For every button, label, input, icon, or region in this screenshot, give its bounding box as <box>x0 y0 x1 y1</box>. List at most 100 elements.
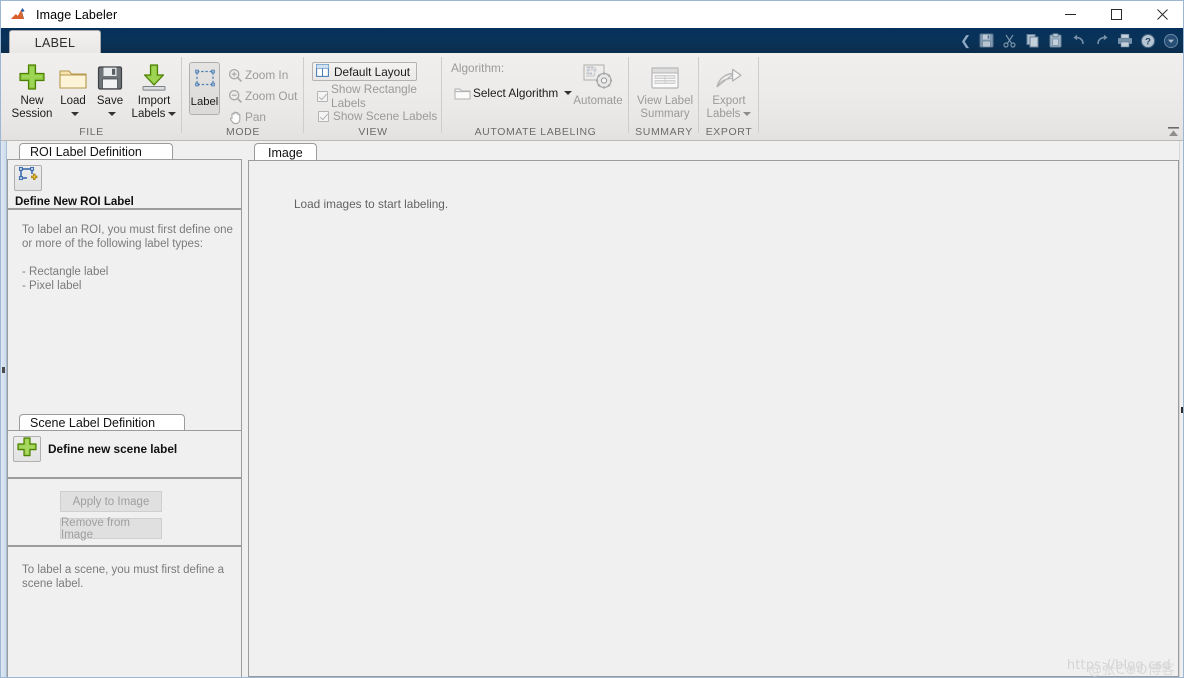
cut-icon[interactable] <box>999 31 1020 50</box>
group-title-automate: AUTOMATE LABELING <box>474 126 597 138</box>
image-tab[interactable]: Image <box>254 143 317 161</box>
group-title-file: FILE <box>79 126 104 138</box>
roi-select-icon <box>194 69 216 94</box>
zoom-in-icon <box>226 68 245 83</box>
center-panel: Image Load images to start labeling. <box>248 141 1179 677</box>
define-new-roi-icon <box>18 166 38 190</box>
scene-label-definition-tab[interactable]: Scene Label Definition <box>19 414 185 431</box>
ribbon-group-summary: View Label Summary SUMMARY <box>629 53 699 140</box>
import-labels-icon <box>139 58 169 92</box>
import-labels-caret-icon[interactable] <box>168 111 177 116</box>
scene-help-box: To label a scene, you must first define … <box>7 546 242 677</box>
right-splitter[interactable] <box>1179 141 1183 677</box>
close-button[interactable] <box>1139 1 1183 28</box>
folder-small-icon <box>451 86 473 101</box>
window-controls <box>1047 1 1183 28</box>
group-title-view: VIEW <box>358 126 388 138</box>
define-new-scene-label-text: Define new scene label <box>48 442 178 456</box>
zoom-in-item[interactable]: Zoom In <box>226 65 288 85</box>
select-algorithm-dropdown[interactable]: Select Algorithm <box>451 83 573 103</box>
qat-chevron-icon[interactable]: ❮ <box>960 33 971 49</box>
watermark: https://blog.csd @张C⊕O博客 <box>1067 658 1175 677</box>
load-label: Load <box>60 95 86 121</box>
save-disk-icon <box>96 58 124 92</box>
roi-help-text: To label an ROI, you must first define o… <box>22 224 233 292</box>
checkbox-icon <box>314 110 333 122</box>
group-title-mode: MODE <box>226 126 260 138</box>
define-new-roi-label-button[interactable] <box>14 165 42 191</box>
image-canvas[interactable]: Load images to start labeling. <box>248 160 1179 677</box>
algorithm-caption: Algorithm: <box>451 61 505 75</box>
show-rectangle-labels-checkbox[interactable]: Show Rectangle Labels <box>314 82 442 110</box>
load-folder-icon <box>58 58 88 92</box>
label-mode-button[interactable]: Label <box>189 62 220 115</box>
scene-actions-box: Apply to Image Remove from Image <box>7 478 242 546</box>
ribbon-group-mode: Label Zoom In Zoom Out Pan MODE <box>182 53 304 140</box>
pan-label: Pan <box>245 110 266 124</box>
define-new-scene-label-button[interactable] <box>13 436 41 462</box>
left-panel: ROI Label Definition Define New ROI Labe… <box>1 141 242 677</box>
export-labels-button[interactable]: Export Labels <box>701 58 757 121</box>
import-labels-button[interactable]: Import Labels <box>125 58 183 121</box>
label-summary-icon <box>650 58 680 92</box>
save-icon[interactable] <box>976 31 997 50</box>
group-separator <box>758 57 759 133</box>
paste-icon[interactable] <box>1045 31 1066 50</box>
load-caret-icon[interactable] <box>70 111 79 116</box>
scene-help-text: To label a scene, you must first define … <box>22 564 224 590</box>
show-scene-labels-checkbox[interactable]: Show Scene Labels <box>314 106 437 126</box>
zoom-out-icon <box>226 89 245 104</box>
new-session-icon <box>17 58 47 92</box>
checkbox-icon <box>314 90 331 102</box>
import-labels-label: Import Labels <box>132 95 177 121</box>
roi-label-definition-tab[interactable]: ROI Label Definition <box>19 143 173 160</box>
image-labeler-window: Image Labeler LABEL ❮ ? New Session Load… <box>0 0 1184 678</box>
zoom-in-label: Zoom In <box>245 68 289 82</box>
svg-text:?: ? <box>1145 36 1151 47</box>
define-new-roi-label-text: Define New ROI Label <box>15 196 134 208</box>
define-new-scene-label-icon <box>16 436 38 462</box>
export-labels-caret-icon[interactable] <box>743 111 752 116</box>
copy-icon[interactable] <box>1022 31 1043 50</box>
automate-label: Automate <box>573 95 623 107</box>
ribbon-group-file: New Session Load Save Import Labels FILE <box>1 53 182 140</box>
qat-dropdown-icon[interactable] <box>1160 31 1181 50</box>
help-icon[interactable]: ? <box>1137 31 1158 50</box>
print-icon[interactable] <box>1114 31 1135 50</box>
apply-to-image-button[interactable]: Apply to Image <box>60 491 162 512</box>
new-session-label: New Session <box>11 95 53 120</box>
group-title-summary: SUMMARY <box>635 126 693 138</box>
title-bar: Image Labeler <box>1 1 1183 28</box>
ribbon-group-view: Default Layout Show Rectangle Labels Sho… <box>304 53 442 140</box>
automate-gear-icon <box>582 58 614 92</box>
export-arrow-icon <box>714 58 744 92</box>
ribbon-group-export: Export Labels EXPORT <box>699 53 759 140</box>
redo-icon[interactable] <box>1091 31 1112 50</box>
group-title-export: EXPORT <box>705 126 753 138</box>
show-scene-labels-label: Show Scene Labels <box>333 109 438 123</box>
save-label: Save <box>97 95 123 121</box>
automate-button[interactable]: Automate <box>570 58 626 108</box>
save-caret-icon[interactable] <box>107 111 116 116</box>
select-algorithm-label: Select Algorithm <box>473 86 559 100</box>
undo-icon[interactable] <box>1068 31 1089 50</box>
scene-tool-strip: Define new scene label <box>7 430 242 478</box>
minimize-button[interactable] <box>1047 1 1093 28</box>
default-layout-button[interactable]: Default Layout <box>312 62 418 81</box>
view-label-summary-button[interactable]: View Label Summary <box>634 58 696 121</box>
view-label-summary-label: View Label Summary <box>636 95 694 120</box>
pan-hand-icon <box>226 110 245 125</box>
maximize-button[interactable] <box>1093 1 1139 28</box>
collapse-ribbon-button[interactable] <box>1165 124 1182 139</box>
pan-item[interactable]: Pan <box>226 107 266 127</box>
zoom-out-label: Zoom Out <box>245 89 298 103</box>
label-mode-label: Label <box>190 96 219 108</box>
zoom-out-item[interactable]: Zoom Out <box>226 86 297 106</box>
window-title: Image Labeler <box>36 7 118 22</box>
matlab-membrane-icon <box>10 7 28 23</box>
tab-label[interactable]: LABEL <box>9 30 101 53</box>
remove-from-image-button[interactable]: Remove from Image <box>60 517 162 541</box>
canvas-hint-text: Load images to start labeling. <box>294 197 449 211</box>
ribbon: New Session Load Save Import Labels FILE… <box>1 53 1183 141</box>
ribbon-tab-band: LABEL ❮ ? <box>1 28 1183 53</box>
